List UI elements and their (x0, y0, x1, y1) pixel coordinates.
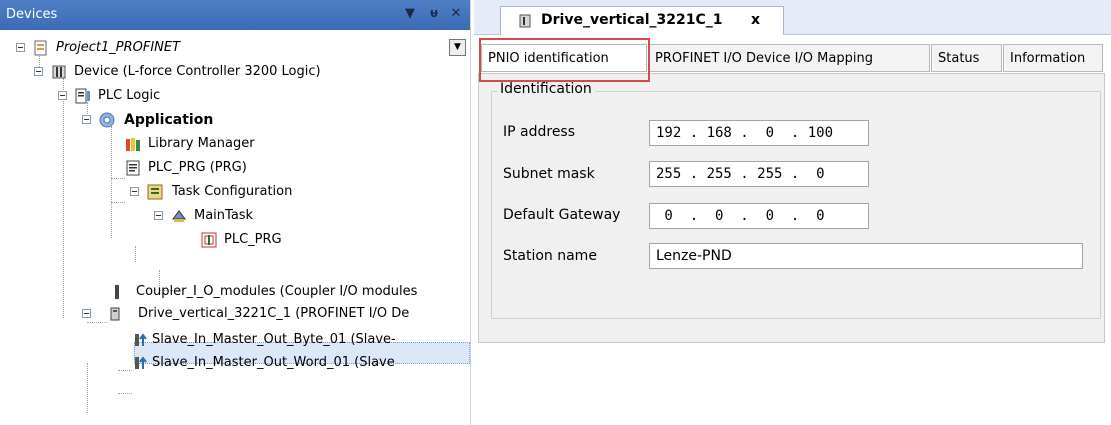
document-tab-strip: Drive_vertical_3221C_1 x (474, 0, 1111, 35)
station-name-label: Station name (503, 248, 597, 264)
tree-item-label: Coupler_I_O_modules (Coupler I/O modules (136, 284, 418, 299)
highlight-frame (479, 38, 650, 82)
close-tab-icon[interactable]: x (751, 12, 760, 28)
program-document-icon (126, 160, 140, 176)
tree-item-library-manager[interactable]: Library Manager (0, 132, 470, 156)
tree-item-plc-prg[interactable]: PLC_PRG (PRG) (0, 156, 470, 180)
device-tree: Project1_PROFINET ▼ Device (L-force Cont… (0, 30, 470, 425)
tree-item-label: Device (L-force Controller 3200 Logic) (74, 64, 321, 79)
panel-menu-icon[interactable]: ▼ (402, 6, 418, 22)
devices-panel-header: Devices ▼ ᵾ ✕ (0, 0, 470, 30)
tree-item-label: Library Manager (148, 136, 255, 151)
tab-information[interactable]: Information (1003, 44, 1103, 72)
subnet-mask-field[interactable]: 255 . 255 . 255 . 0 (649, 161, 869, 187)
drive-device-icon (110, 307, 120, 321)
collapse-toggle-icon[interactable] (82, 115, 91, 124)
tree-item-label: Task Configuration (172, 184, 293, 199)
pin-icon[interactable]: ᵾ (426, 6, 442, 22)
tree-item-label: Application (124, 112, 214, 128)
tree-item-project[interactable]: Project1_PROFINET (0, 36, 450, 60)
default-gateway-label: Default Gateway (503, 207, 621, 223)
tree-item-slave-word[interactable]: Slave_In_Master_Out_Word_01 (Slave (0, 351, 470, 375)
io-module-icon (135, 333, 147, 346)
group-title: Identification (497, 81, 595, 97)
tree-item-plc-prg-call[interactable]: PLC_PRG (0, 228, 470, 252)
close-panel-icon[interactable]: ✕ (448, 6, 464, 22)
collapse-toggle-icon[interactable] (16, 43, 25, 52)
task-configuration-icon (147, 184, 163, 200)
main-task-icon (172, 210, 186, 222)
document-tab-label: Drive_vertical_3221C_1 (541, 12, 723, 28)
tree-item-label: PLC_PRG (PRG) (148, 160, 247, 175)
plc-logic-icon (75, 88, 90, 104)
ip-address-field[interactable]: 192 . 168 . 0 . 100 (649, 120, 869, 146)
tree-item-drive[interactable]: Drive_vertical_3221C_1 (PROFINET I/O De (0, 302, 470, 326)
tree-item-label: Slave_In_Master_Out_Byte_01 (Slave- (152, 332, 396, 347)
tree-item-label: Project1_PROFINET (56, 40, 181, 55)
device-icon (52, 65, 66, 79)
dropdown-icon[interactable]: ▼ (449, 39, 466, 56)
tree-item-label: MainTask (194, 208, 254, 223)
tree-item-coupler[interactable]: Coupler_I_O_modules (Coupler I/O modules (0, 280, 470, 304)
editor-area: Drive_vertical_3221C_1 x PNIO identifica… (474, 0, 1111, 425)
tree-item-task-configuration[interactable]: Task Configuration (0, 180, 470, 204)
devices-panel: Devices ▼ ᵾ ✕ Project1_PROFINET ▼ Device… (0, 0, 471, 425)
device-tab-icon (519, 14, 531, 28)
collapse-toggle-icon[interactable] (58, 91, 67, 100)
tree-item-label: PLC_PRG (224, 232, 282, 247)
tab-status[interactable]: Status (931, 44, 1002, 72)
collapse-toggle-icon[interactable] (130, 187, 139, 196)
tab-io-mapping[interactable]: PROFINET I/O Device I/O Mapping (648, 44, 930, 72)
project-icon (34, 40, 47, 56)
collapse-toggle-icon[interactable] (154, 211, 163, 220)
coupler-icon (115, 285, 119, 299)
ip-address-label: IP address (503, 124, 576, 140)
pnio-identification-panel: Identification IP address 192 . 168 . 0 … (478, 73, 1105, 343)
application-gear-icon (99, 112, 115, 128)
io-module-icon (135, 356, 147, 369)
tree-item-label: Drive_vertical_3221C_1 (PROFINET I/O De (138, 306, 410, 321)
collapse-toggle-icon[interactable] (82, 309, 91, 318)
tree-item-slave-byte[interactable]: Slave_In_Master_Out_Byte_01 (Slave- (0, 328, 470, 352)
station-name-field[interactable]: Lenze-PND (649, 243, 1083, 269)
tree-item-label: Slave_In_Master_Out_Word_01 (Slave (152, 355, 395, 370)
default-gateway-field[interactable]: 0 . 0 . 0 . 0 (649, 203, 869, 229)
tree-item-application[interactable]: Application (0, 108, 470, 132)
tree-item-label: PLC Logic (98, 88, 161, 103)
devices-panel-title: Devices (6, 7, 58, 22)
tree-item-plc-logic[interactable]: PLC Logic (0, 84, 470, 108)
subnet-mask-label: Subnet mask (503, 166, 595, 182)
tree-item-maintask[interactable]: MainTask (0, 204, 470, 228)
document-tab[interactable]: Drive_vertical_3221C_1 x (500, 6, 784, 35)
collapse-toggle-icon[interactable] (34, 67, 43, 76)
tree-item-device[interactable]: Device (L-force Controller 3200 Logic) (0, 60, 470, 84)
library-books-icon (126, 138, 140, 151)
program-call-icon (201, 232, 217, 248)
